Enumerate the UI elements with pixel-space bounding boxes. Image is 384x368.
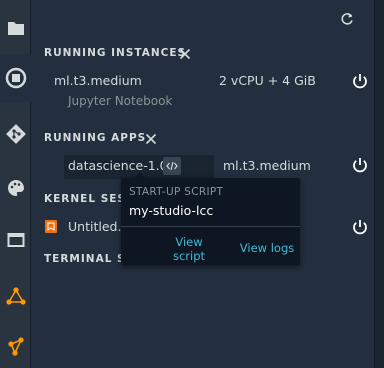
view-logs-link[interactable]: View logs [234,241,300,255]
palette-icon [7,180,24,196]
app-name: datascience-1.0 [68,158,168,173]
view-script-line1: View [175,235,203,249]
instance-spec: 2 vCPU + 4 GiB [219,73,316,88]
app-power-icon[interactable] [351,156,369,174]
sidebar-item-running[interactable] [0,54,32,102]
running-instances-title: RUNNING INSTANCES [44,47,187,59]
stop-circle-icon [5,67,27,89]
code-icon [166,161,178,171]
tooltip-script-name: my-studio-lcc [129,203,214,218]
refresh-icon[interactable] [339,11,355,27]
panel-resize-edge[interactable] [374,0,384,368]
view-script-link[interactable]: View script [167,235,211,263]
running-apps-title: RUNNING APPS [44,132,147,144]
sidebar-item-git[interactable] [0,110,31,158]
app-instance: ml.t3.medium [223,158,311,173]
shutdown-all-apps-close-icon[interactable] [144,132,158,146]
instance-detail: Jupyter Notebook [68,94,173,108]
sidebar-item-file-browser[interactable] [0,4,31,52]
instance-name: ml.t3.medium [54,73,142,88]
tabs-icon [7,233,24,247]
instance-power-icon[interactable] [351,72,369,90]
notebook-icon [45,220,57,233]
nodes-icon [5,287,26,305]
shutdown-all-instances-close-icon[interactable] [178,47,192,61]
view-script-line2: script [172,249,206,263]
sidebar-item-open-tabs[interactable] [0,216,31,264]
startup-script-tooltip: START-UP SCRIPT my-studio-lcc View scrip… [121,172,300,265]
tooltip-divider [121,226,300,227]
tooltip-label: START-UP SCRIPT [129,186,224,198]
folder-icon [7,22,24,35]
startup-script-button[interactable] [163,157,181,175]
sidebar-item-sagemaker-resources[interactable] [0,322,31,368]
git-icon [5,124,26,144]
sidebar-item-resources[interactable] [0,272,31,320]
activity-rail [0,0,32,368]
sidebar-item-property-inspector[interactable] [0,164,31,212]
kernel-power-icon[interactable] [351,218,369,236]
graph-icon [7,337,24,356]
